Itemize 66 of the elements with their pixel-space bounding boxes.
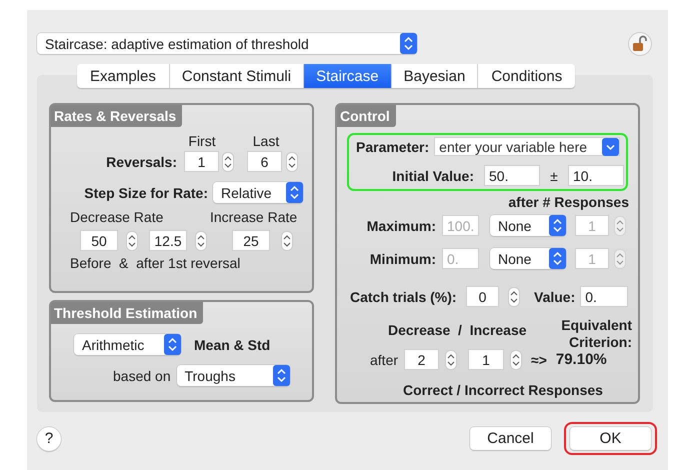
column-label: Decrease / Increase — [388, 322, 528, 338]
method-label: Mean & Std — [194, 336, 270, 352]
column-label: First — [187, 133, 217, 149]
number-field[interactable]: 1 — [184, 151, 219, 172]
number-field[interactable]: 2 — [404, 349, 440, 370]
stepper[interactable] — [281, 230, 293, 250]
column-label: Correct / Incorrect Responses — [403, 382, 603, 398]
stepper[interactable] — [286, 152, 298, 172]
parameter-combo[interactable]: enter your variable here — [434, 137, 620, 156]
updown-chevron-icon — [400, 33, 417, 54]
help-button[interactable]: ? — [37, 426, 61, 450]
number-field[interactable]: 50. — [484, 165, 540, 186]
number-field[interactable]: 0. — [580, 286, 628, 307]
group-title: Threshold Estimation — [51, 302, 204, 324]
stepper[interactable] — [222, 152, 234, 172]
column-label: Increase Rate — [210, 209, 298, 225]
note-text: Before & after 1st reversal — [70, 255, 240, 271]
field-label: Minimum: — [368, 250, 436, 266]
dialog-button[interactable]: OK — [570, 427, 651, 450]
field-label: Initial Value: — [391, 168, 474, 184]
tab[interactable]: Bayesian — [392, 64, 478, 88]
field-label: after — [370, 352, 398, 368]
mode-popup[interactable]: Staircase: adaptive estimation of threshold — [37, 33, 417, 54]
column-label: Decrease Rate — [70, 209, 164, 225]
number-field[interactable]: 12.5 — [149, 230, 187, 251]
arrow-sign: ≈> — [531, 352, 547, 368]
chevron-down-icon — [602, 138, 620, 156]
field-label: based on — [113, 368, 171, 384]
based-on-popup[interactable]: Troughs — [176, 365, 290, 386]
group-title: Control — [337, 105, 396, 127]
tab[interactable]: Constant Stimuli — [170, 64, 304, 88]
column-label: after # Responses — [508, 194, 629, 210]
updown-chevron-icon — [272, 365, 290, 386]
criterion-label: Equivalent Criterion: — [560, 317, 632, 351]
stepper[interactable] — [195, 230, 207, 250]
criterion-value: 79.10% — [556, 351, 607, 368]
method-popup[interactable]: Arithmetic — [74, 334, 181, 355]
updown-chevron-icon — [286, 182, 303, 203]
group-title: Rates & Reversals — [51, 105, 182, 127]
padlock-icon[interactable] — [628, 32, 652, 56]
field-label: Parameter: — [356, 138, 430, 154]
field-label: Catch trials (%): — [350, 288, 458, 304]
field-label: Value: — [534, 288, 576, 304]
updown-chevron-icon — [164, 334, 181, 355]
field-label: Step Size for Rate: — [83, 184, 208, 200]
stepper[interactable] — [126, 230, 138, 250]
number-field[interactable]: 50 — [80, 230, 118, 251]
number-field[interactable]: 6 — [247, 151, 282, 172]
stepper[interactable] — [445, 350, 458, 370]
dialog-button[interactable]: Cancel — [470, 427, 551, 450]
stepper[interactable] — [510, 350, 522, 370]
number-field[interactable]: 10. — [568, 165, 624, 186]
column-label: Last — [252, 133, 280, 149]
tab[interactable]: Examples — [77, 64, 170, 88]
plus-minus-sign: ± — [549, 168, 559, 184]
step-size-popup[interactable]: Relative — [213, 182, 303, 203]
stepper[interactable] — [508, 286, 520, 306]
number-field[interactable]: 0 — [466, 286, 499, 307]
tab[interactable]: Staircase — [304, 64, 392, 88]
field-label: Reversals: — [105, 154, 177, 170]
field-label: Maximum: — [366, 218, 436, 234]
tab[interactable]: Conditions — [478, 64, 576, 88]
updown-chevron-icon — [549, 248, 566, 269]
updown-chevron-icon — [549, 215, 566, 236]
number-field[interactable]: 1 — [468, 349, 504, 370]
number-field[interactable]: 25 — [232, 230, 270, 251]
